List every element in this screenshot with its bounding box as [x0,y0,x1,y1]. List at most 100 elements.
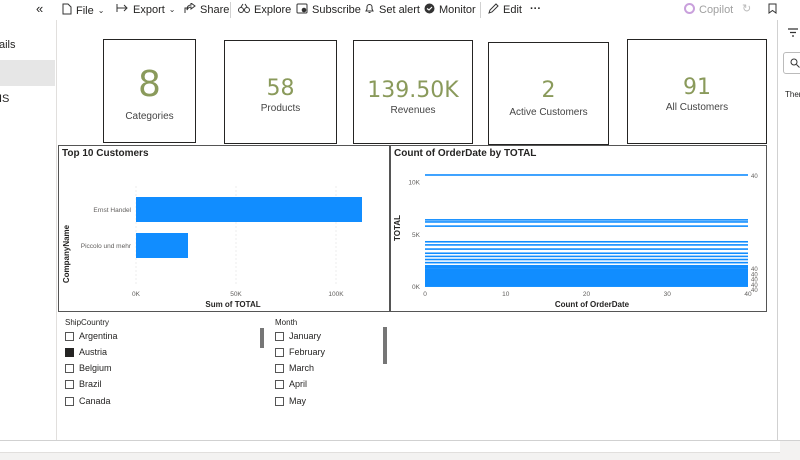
slicer-item-january[interactable]: January [275,331,321,341]
checkbox[interactable] [275,331,284,341]
bookmark-icon [768,3,777,17]
checkbox[interactable] [65,363,74,373]
export-label: Export [133,3,165,16]
x-tick-label: 50K [230,291,242,298]
slicer-item-label: Brazil [79,379,102,389]
slicer-item-austria[interactable]: Austria [65,347,107,357]
count-orderdate-chart[interactable]: Count of OrderDate by TOTAL TOTAL Count … [390,145,767,312]
collapse-nav-icon[interactable]: « [36,2,43,15]
nav-item-details[interactable]: ails [0,32,55,58]
file-icon [62,3,72,18]
category-label: Ernst Handel [93,207,131,214]
y-tick-label: 0K [412,284,421,291]
x-tick-label: 100K [328,291,344,298]
checkbox[interactable] [275,396,284,406]
more-options-button[interactable]: ··· [530,3,541,15]
nav-item-selected[interactable] [0,60,55,86]
bar [425,219,748,221]
file-menu[interactable]: File ⌄ [62,3,104,18]
monitor-label: Monitor [439,4,476,16]
x-tick-label: 30 [664,291,672,298]
bookmark-button[interactable] [768,3,777,17]
slicer-item-label: May [289,396,307,406]
search-box[interactable] [783,52,800,74]
slicer-item-belgium[interactable]: Belgium [65,363,112,373]
slicer-item-label: Belgium [79,363,112,373]
x-tick-label: 0K [132,291,141,298]
explore-icon [238,3,250,17]
bar [425,248,748,250]
products-card[interactable]: 58 Products [224,40,337,144]
export-menu[interactable]: Export ⌄ [116,3,176,16]
card-value: 58 [266,76,295,101]
card-label: Products [260,103,301,114]
nav-item-is[interactable]: IS [0,86,55,112]
copilot-button[interactable]: Copilot [684,3,733,17]
slicer-item-canada[interactable]: Canada [65,396,111,406]
set-alert-label: Set alert [379,4,420,16]
bar [136,233,188,258]
card-label: Revenues [390,105,436,116]
slicer-item-label: February [289,347,326,357]
slicer-item-label: Austria [79,347,108,357]
subscribe-button[interactable]: Subscribe [296,3,361,17]
revenues-card[interactable]: 139.50K Revenues [353,40,473,144]
top-toolbar: « File ⌄ Export ⌄ Share Explore Subscrib… [0,0,800,20]
checkbox[interactable] [275,379,284,389]
nav-item-label: ails [0,39,16,51]
y-tick-label: 5K [412,232,421,239]
x-axis-label: Sum of TOTAL [205,300,260,309]
checkbox[interactable] [65,379,74,389]
slicer-item-february[interactable]: February [275,347,325,357]
categories-card[interactable]: 8 Categories [103,39,196,143]
x-tick-label: 20 [583,291,591,298]
reset-icon: ↻ [742,3,752,15]
y-axis-label: CompanyName [62,224,71,283]
monitor-button[interactable]: Monitor [424,3,476,17]
x-tick-label: 10 [502,291,510,298]
bar [425,240,748,243]
horizontal-scrollbar[interactable] [0,441,780,453]
top-customers-chart[interactable]: Top 10 Customers CompanyName Sum of TOTA… [58,145,390,312]
explore-label: Explore [254,4,292,16]
slicer-item-label: April [289,379,308,389]
slicer-scrollbar[interactable] [383,327,387,364]
slicer-title: Month [275,318,298,327]
y-tick-label: 10K [408,180,420,187]
slicer-item-april[interactable]: April [275,379,307,389]
bottom-bar [0,440,800,460]
chevron-down-icon: ⌄ [168,4,176,14]
bar [425,174,748,176]
checkbox[interactable] [275,363,284,373]
month-slicer: Month January February March April May [267,314,387,414]
export-icon [116,3,129,16]
filter-icon[interactable] [788,28,798,39]
edit-button[interactable]: Edit [488,3,522,17]
monitor-icon [424,3,435,17]
reset-button[interactable]: ↻ [742,3,751,15]
slicer-scrollbar[interactable] [260,328,264,348]
slicer-item-argentina[interactable]: Argentina [65,331,118,341]
checkbox-checked[interactable] [65,347,74,357]
explore-button[interactable]: Explore [238,3,291,17]
share-button[interactable]: Share [184,2,229,17]
slicer-item-label: March [289,363,315,373]
active-customers-card[interactable]: 2 Active Customers [488,42,609,145]
copilot-icon [684,3,695,17]
checkbox[interactable] [275,347,284,357]
pane-text: Ther [785,90,800,99]
chevron-down-icon: ⌄ [97,5,105,15]
subscribe-label: Subscribe [312,4,361,16]
set-alert-button[interactable]: Set alert [364,3,420,17]
data-label: 40 [751,174,758,180]
slicer-item-may[interactable]: May [275,396,306,406]
slicer-item-march[interactable]: March [275,363,314,373]
checkbox[interactable] [65,331,74,341]
checkbox[interactable] [65,396,74,406]
all-customers-card[interactable]: 91 All Customers [627,39,767,144]
slicer-item-brazil[interactable]: Brazil [65,379,102,389]
subscribe-icon [296,3,308,17]
y-axis-label: TOTAL [393,215,402,241]
category-label: Piccolo und mehr [81,243,132,250]
x-tick-label: 0 [423,291,427,298]
